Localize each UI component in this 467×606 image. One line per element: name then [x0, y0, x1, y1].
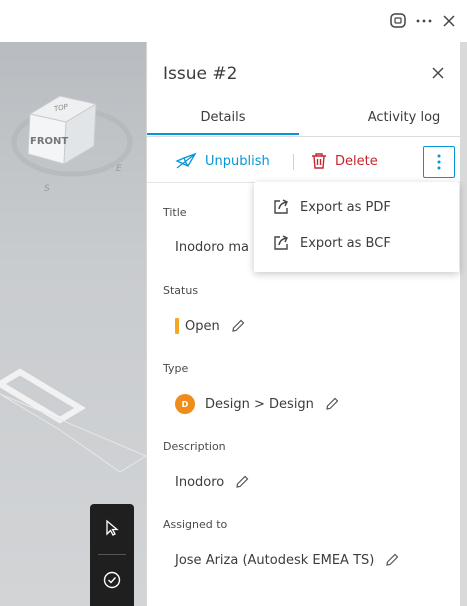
more-vertical-icon	[437, 154, 441, 170]
menu-item-label: Export as PDF	[300, 199, 391, 215]
edit-description-icon[interactable]	[234, 474, 250, 490]
status-color-indicator	[175, 318, 179, 334]
status-value: Open	[175, 318, 246, 334]
type-label: Type	[163, 362, 189, 375]
panel-tabs: Details Activity log	[147, 104, 461, 137]
panel-close-icon[interactable]	[427, 62, 449, 84]
status-label: Status	[163, 284, 199, 297]
panel-scrollbar[interactable]	[460, 42, 467, 606]
action-divider	[293, 154, 294, 170]
select-cursor-icon[interactable]	[100, 516, 124, 540]
menu-item-label: Export as BCF	[300, 235, 391, 251]
tab-details[interactable]: Details	[147, 104, 299, 135]
assigned-to-text: Jose Ariza (Autodesk EMEA TS)	[175, 552, 375, 568]
menu-item-export-pdf[interactable]: Export as PDF	[254, 190, 459, 224]
type-avatar: D	[175, 394, 195, 414]
more-actions-menu: Export as PDF Export as BCF	[254, 182, 459, 272]
viewer-toolbar	[90, 504, 134, 606]
edit-status-icon[interactable]	[230, 318, 246, 334]
check-circle-icon[interactable]	[100, 568, 124, 592]
issue-panel: Issue #2 Details Activity log Unpublish …	[146, 42, 461, 606]
delete-label: Delete	[335, 153, 378, 169]
compass-s-label: S	[44, 184, 50, 194]
type-text: Design > Design	[205, 396, 314, 412]
delete-button[interactable]: Delete	[311, 150, 378, 172]
title-text: Inodoro ma	[175, 240, 250, 255]
description-text: Inodoro	[175, 474, 225, 490]
export-icon	[274, 235, 288, 250]
type-value: D Design > Design	[175, 394, 340, 414]
trash-icon	[312, 153, 326, 169]
title-value[interactable]: Inodoro ma	[175, 240, 249, 255]
close-icon[interactable]	[438, 10, 460, 32]
edit-assigned-to-icon[interactable]	[384, 552, 400, 568]
status-text: Open	[185, 318, 220, 334]
more-horizontal-icon[interactable]	[413, 10, 435, 32]
window-topbar	[0, 0, 467, 42]
tab-activity-log[interactable]: Activity log	[347, 104, 461, 135]
page-title: Issue #2	[163, 64, 238, 84]
menu-item-export-bcf[interactable]: Export as BCF	[254, 226, 459, 260]
assigned-to-label: Assigned to	[163, 518, 228, 531]
more-actions-button[interactable]	[423, 146, 455, 178]
unpublish-icon	[175, 152, 197, 169]
unpublish-button[interactable]: Unpublish	[175, 150, 270, 172]
export-icon	[274, 199, 288, 214]
viewcube-front-label: FRONT	[30, 136, 69, 147]
description-label: Description	[163, 440, 226, 453]
description-value: Inodoro	[175, 474, 250, 490]
title-label: Title	[163, 206, 187, 219]
action-bar: Unpublish Delete	[147, 140, 461, 183]
compass-e-label: E	[116, 164, 122, 174]
toolbar-divider	[98, 554, 126, 555]
edit-type-icon[interactable]	[324, 396, 340, 412]
unpublish-label: Unpublish	[205, 153, 270, 169]
chat-bubble-icon[interactable]	[387, 10, 409, 32]
assigned-to-value: Jose Ariza (Autodesk EMEA TS)	[175, 552, 400, 568]
